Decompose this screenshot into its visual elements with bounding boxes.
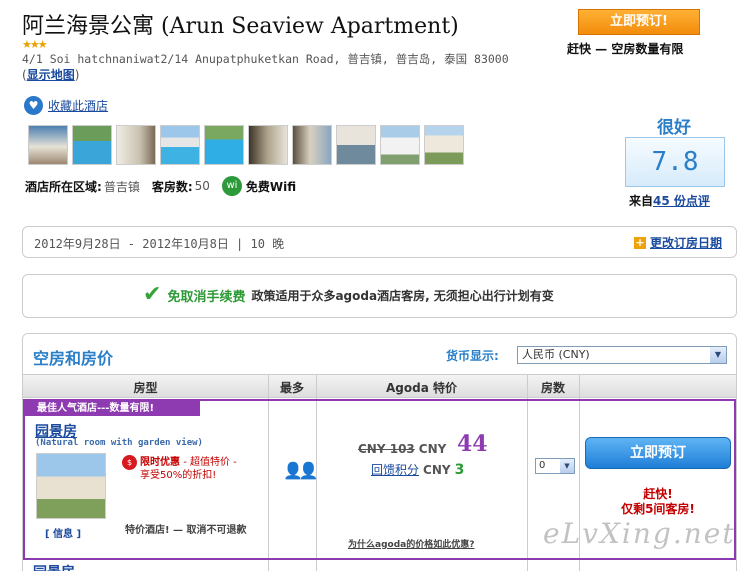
- rating-word: 很好: [657, 118, 691, 138]
- reviews-link[interactable]: 45 份点评: [653, 194, 710, 208]
- free-cancellation-banner: ✔ 免取消手续费 政策适用于众多agoda酒店客房, 无须担心出行计划有变: [22, 274, 737, 318]
- room-photo[interactable]: [36, 453, 106, 519]
- col-max-guests: 最多: [279, 381, 304, 395]
- free-cancellation-title: 免取消手续费: [167, 289, 246, 305]
- points-link[interactable]: 回馈积分: [371, 463, 419, 477]
- book-room-button[interactable]: 立即预订: [585, 437, 731, 469]
- wifi-label: 免费Wifi: [245, 179, 297, 194]
- show-map-link[interactable]: 显示地图: [27, 68, 75, 82]
- special-price: 44: [457, 431, 488, 457]
- rooms-label: 客房数:: [151, 179, 193, 194]
- rating-score: 7.8: [625, 137, 725, 187]
- cancel-policy-note: 特价酒店! — 取消不可退款: [125, 525, 247, 536]
- book-now-top-button[interactable]: 立即预订!: [578, 9, 700, 35]
- reward-points: 回馈积分 CNY 3: [371, 461, 464, 478]
- quantity-value: 0: [539, 460, 546, 471]
- col-agoda-price: Agoda 特价: [386, 381, 457, 395]
- room-info-link[interactable]: [ 信息 ]: [45, 525, 81, 540]
- photo-thumb[interactable]: [336, 125, 376, 165]
- hurry-label: 赶快!: [643, 487, 673, 501]
- map-link-wrap: (显示地图): [22, 66, 79, 83]
- scarcity-note: 赶快! 仅剩5间客房!: [585, 487, 731, 517]
- photo-thumbnails: [28, 125, 464, 165]
- change-dates-label: 更改订房日期: [649, 236, 722, 250]
- review-count: 来自45 份点评: [629, 192, 710, 209]
- reviews-prefix: 来自: [629, 194, 654, 208]
- rooms-title: 空房和房价: [33, 349, 114, 368]
- why-cheap-link[interactable]: 为什么agoda的价格如此优惠?: [348, 537, 474, 550]
- photo-thumb[interactable]: [72, 125, 112, 165]
- stay-dates-bar: 2012年9月28日 - 2012年10月8日 | 10 晚 + 更改订房日期: [22, 226, 737, 258]
- currency-select[interactable]: 人民币 (CNY) ▼: [517, 346, 727, 364]
- col-room-count: 房数: [540, 381, 565, 395]
- points-currency: CNY: [423, 463, 451, 477]
- rooms-value: 50: [194, 179, 210, 193]
- photo-thumb[interactable]: [380, 125, 420, 165]
- heart-icon: ♥: [24, 96, 43, 115]
- original-price: CNY 103 CNY: [358, 442, 446, 456]
- currency-value: 人民币 (CNY): [522, 348, 590, 361]
- plus-icon: +: [633, 235, 646, 249]
- checkmark-icon: ✔: [143, 282, 162, 307]
- points-value: 3: [454, 462, 465, 478]
- two-person-icon: 👤👤: [283, 461, 319, 480]
- photo-thumb[interactable]: [116, 125, 156, 165]
- watermark: eLvXing.net: [543, 517, 736, 550]
- photo-thumb[interactable]: [160, 125, 200, 165]
- wifi-icon: wi: [221, 176, 242, 196]
- hotel-meta: 酒店所在区域: 普吉镇 客房数: 50 wi 免费Wifi: [25, 176, 296, 196]
- stay-dates: 2012年9月28日 - 2012年10月8日 | 10 晚: [34, 237, 285, 251]
- chevron-down-icon: ▼: [710, 347, 726, 363]
- photo-thumb[interactable]: [248, 125, 288, 165]
- chevron-down-icon: ▼: [560, 459, 574, 473]
- deal-discount: 享受50%的折扣!: [140, 470, 217, 481]
- room-quantity-select[interactable]: 0 ▼: [535, 458, 575, 474]
- col-room-type: 房型: [133, 381, 158, 395]
- star-rating-icon: ★★★: [22, 38, 48, 51]
- map-paren-close: ): [74, 68, 80, 82]
- room-subtitle: (Natural room with garden view): [35, 438, 203, 448]
- free-cancellation-desc: 政策适用于众多agoda酒店客房, 无须担心出行计划有变: [251, 288, 554, 303]
- area-label: 酒店所在区域:: [25, 179, 102, 194]
- deal-icon: $: [122, 455, 137, 470]
- photo-thumb[interactable]: [204, 125, 244, 165]
- old-price-value: CNY 103: [358, 442, 415, 456]
- hotel-title: 阿兰海景公寓 (Arun Seaview Apartment): [22, 14, 459, 39]
- rooms-table-header: 房型 最多 Agoda 特价 房数: [23, 374, 736, 398]
- area-value: 普吉镇: [103, 179, 140, 194]
- price-currency: CNY: [418, 442, 447, 456]
- change-dates-link[interactable]: + 更改订房日期: [633, 234, 722, 251]
- hotel-address: 4/1 Soi hatchnaniwat2/14 Anupatphuketkan…: [22, 52, 509, 66]
- favorite-label: 收藏此酒店: [48, 99, 109, 113]
- photo-thumb[interactable]: [28, 125, 68, 165]
- favorite-hotel-link[interactable]: ♥ 收藏此酒店: [24, 96, 108, 115]
- availability-note: 赶快 — 空房数量有限: [567, 42, 684, 56]
- popular-badge: 最佳人气酒店---数量有限!: [25, 401, 200, 416]
- photo-thumb[interactable]: [292, 125, 332, 165]
- next-room-name-link[interactable]: 园景房: [33, 562, 75, 571]
- currency-label: 货币显示:: [446, 349, 499, 363]
- photo-thumb[interactable]: [424, 125, 464, 165]
- rooms-left-label: 仅剩5间客房!: [621, 502, 695, 516]
